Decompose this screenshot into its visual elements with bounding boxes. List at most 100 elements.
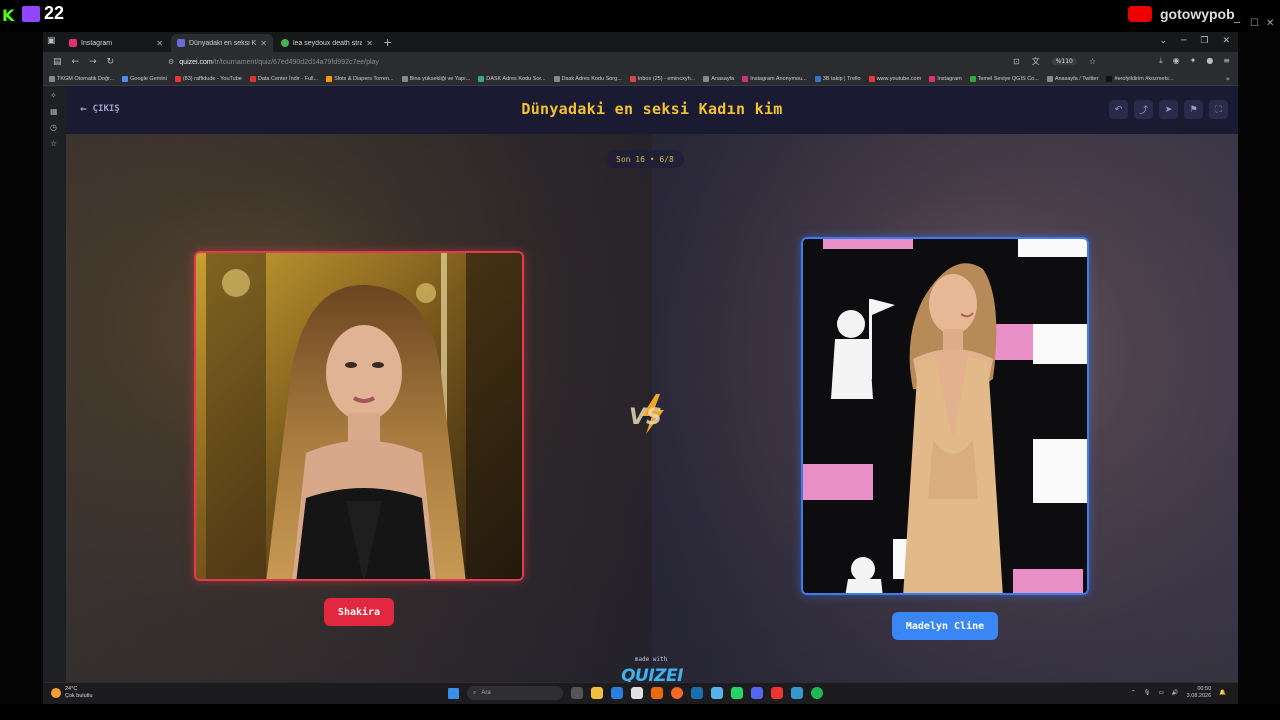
versus-lightning-icon: VS <box>629 394 664 434</box>
weather-text: Çok bulutlu <box>65 693 93 699</box>
bookmarks-bar: TKGM Otomatik Doğr... Google Gemini (83)… <box>43 72 1238 86</box>
bookmark-star-icon[interactable]: ☆ <box>1089 57 1096 66</box>
bookmark-item[interactable]: Dask Adres Kodu Sorg... <box>553 75 622 82</box>
start-menu-icon[interactable] <box>448 687 459 699</box>
right-choice-button[interactable]: Madelyn Cline <box>892 612 998 640</box>
made-with-label: made with <box>634 656 668 663</box>
system-tray: ⌃ 🎙 ▭ 🔊 00:50 3.08.2026 🔔 <box>1131 686 1226 700</box>
tab-quiz[interactable]: Dünyadaki en seksi Kadın kim ✕ <box>171 34 273 52</box>
quizei-logo[interactable]: QUIZEI <box>614 666 690 682</box>
new-tab-button[interactable]: + <box>383 36 392 49</box>
tab-search-icon[interactable]: ⌄ <box>1159 36 1167 46</box>
more-bookmarks-icon[interactable]: » <box>1226 75 1230 83</box>
file-explorer-icon[interactable] <box>591 687 603 699</box>
bookmark-item[interactable]: Data Center İndir - Full... <box>249 75 318 82</box>
kick-logo-icon: K <box>2 6 15 25</box>
extension-icon[interactable]: ◉ <box>1173 56 1180 66</box>
store-icon[interactable] <box>631 687 643 699</box>
report-flag-icon[interactable]: ⚑ <box>1184 100 1203 119</box>
bookmark-item[interactable]: Google Gemini <box>122 75 167 82</box>
download-icon[interactable]: ⤓ <box>1159 56 1163 66</box>
share-icon[interactable]: ⤴ <box>1134 100 1153 119</box>
bookmark-item[interactable]: Anasayfa / Twitter <box>1046 75 1098 82</box>
app-icon[interactable] <box>651 687 663 699</box>
bookmark-item[interactable]: (83) raffidude - YouTube <box>174 75 242 82</box>
clock-time: 00:50 <box>1197 686 1212 692</box>
tab-search[interactable]: lea seydoux death stranding fe ✕ <box>275 34 379 52</box>
minimize-icon[interactable]: ─ <box>1181 36 1186 46</box>
site-info-icon[interactable]: ⚙ <box>168 58 174 66</box>
menu-icon[interactable]: ≡ <box>1223 56 1230 66</box>
history-icon[interactable]: ◷ <box>50 124 58 132</box>
close-tab-icon[interactable]: ✕ <box>260 39 267 48</box>
network-icon[interactable]: ▭ <box>1159 690 1164 696</box>
profile-icon[interactable]: ● <box>1206 56 1213 66</box>
favorites-icon[interactable]: ☆ <box>50 140 58 148</box>
bookmark-item[interactable]: Slots & Diapers Torren... <box>326 75 394 82</box>
install-app-icon[interactable]: ⊡ <box>1013 57 1020 66</box>
left-choice-card[interactable] <box>194 251 524 581</box>
translate-icon[interactable]: 文 <box>1032 56 1040 67</box>
browser-side-rail: ✧ ▦ ◷ ☆ ⚙ <box>43 86 65 682</box>
url-field[interactable]: ⚙ quizei.com /tr/tournament/quiz/67ed490… <box>168 55 1068 69</box>
discord-icon[interactable] <box>751 687 763 699</box>
back-arrow-icon[interactable]: ← <box>72 57 80 67</box>
bookmark-item[interactable]: #erolyildirim #kozmets... <box>1106 75 1173 82</box>
forward-arrow-icon[interactable]: → <box>89 57 97 67</box>
restore-icon[interactable]: ❐ <box>1200 36 1208 46</box>
bookmark-item[interactable]: Inbox (25) - emincxyh... <box>629 75 695 82</box>
bookmark-item[interactable]: DASK Adres Kodu Sor... <box>478 75 546 82</box>
tab-instagram[interactable]: Instagram ✕ <box>63 34 169 52</box>
bookmark-item[interactable]: Instagram Anonymou... <box>742 75 807 82</box>
microphone-icon[interactable]: 🎙 <box>1144 690 1151 696</box>
taskbar-search[interactable]: ⌕ Ara <box>467 686 563 700</box>
send-icon[interactable]: ➤ <box>1159 100 1178 119</box>
whatsapp-icon[interactable] <box>731 687 743 699</box>
weather-widget[interactable]: 24°C Çok bulutlu <box>51 686 93 700</box>
bookmark-item[interactable]: 3B takip | Trello <box>814 75 861 82</box>
volume-icon[interactable]: 🔊 <box>1172 690 1179 696</box>
viewer-count: 22 <box>44 3 65 23</box>
edge-icon[interactable] <box>611 687 623 699</box>
notification-icon[interactable]: 🔔 <box>1219 690 1226 696</box>
fullscreen-icon[interactable]: ⛶ <box>1209 100 1228 119</box>
bookmark-item[interactable]: TKGM Otomatik Doğr... <box>49 75 114 82</box>
spotify-icon[interactable] <box>811 687 823 699</box>
tab-actions-icon[interactable]: ▣ <box>47 36 56 46</box>
minimize-icon[interactable]: ─ <box>1234 18 1240 29</box>
stream-bottom-strip <box>0 704 1280 720</box>
close-icon[interactable]: ✕ <box>1222 36 1230 46</box>
calculator-icon[interactable] <box>711 687 723 699</box>
firefox-icon[interactable] <box>671 687 683 699</box>
reading-list-icon[interactable]: ▦ <box>50 108 58 116</box>
close-tab-icon[interactable]: ✕ <box>366 39 373 48</box>
reload-icon[interactable]: ↻ <box>107 57 115 67</box>
sidebar-toggle-icon[interactable]: ▤ <box>53 57 62 67</box>
ai-sparkle-icon[interactable]: ✧ <box>50 92 58 100</box>
bookmark-item[interactable]: Anasayfa <box>703 75 734 82</box>
bookmark-item[interactable]: Temel Seviye QGIS Co... <box>969 75 1039 82</box>
zoom-indicator[interactable]: %110 <box>1051 58 1077 65</box>
left-choice-button[interactable]: Shakira <box>324 598 394 626</box>
tab-label: Dünyadaki en seksi Kadın kim <box>189 39 257 47</box>
close-icon[interactable]: ✕ <box>1266 18 1274 29</box>
search-icon: ⌕ <box>473 689 477 696</box>
media-app-icon[interactable] <box>771 687 783 699</box>
bookmark-item[interactable]: Bina yüksekliği ve Yapı... <box>401 75 470 82</box>
tray-chevron-icon[interactable]: ⌃ <box>1131 690 1136 696</box>
bookmark-item[interactable]: Instagram <box>929 75 962 82</box>
clock[interactable]: 00:50 3.08.2026 <box>1187 686 1211 700</box>
browser-window: ▣ Instagram ✕ Dünyadaki en seksi Kadın k… <box>43 32 1238 704</box>
puzzle-icon[interactable]: ✦ <box>1190 56 1197 66</box>
undo-icon[interactable]: ↶ <box>1109 100 1128 119</box>
address-bar-row: ▤ ← → ↻ ⚙ quizei.com /tr/tournament/quiz… <box>43 52 1238 72</box>
bookmark-item[interactable]: www.youtube.com <box>868 75 921 82</box>
round-indicator: Son 16 • 6/8 <box>606 150 684 168</box>
task-view-icon[interactable] <box>571 687 583 699</box>
quiz-header: ← ÇIKIŞ Dünyadaki en seksi Kadın kim ↶ ⤴… <box>66 86 1238 134</box>
right-choice-card[interactable] <box>801 237 1089 595</box>
maximize-icon[interactable]: ☐ <box>1250 18 1259 29</box>
photos-icon[interactable] <box>791 687 803 699</box>
steam-icon[interactable] <box>691 687 703 699</box>
close-tab-icon[interactable]: ✕ <box>156 39 163 48</box>
